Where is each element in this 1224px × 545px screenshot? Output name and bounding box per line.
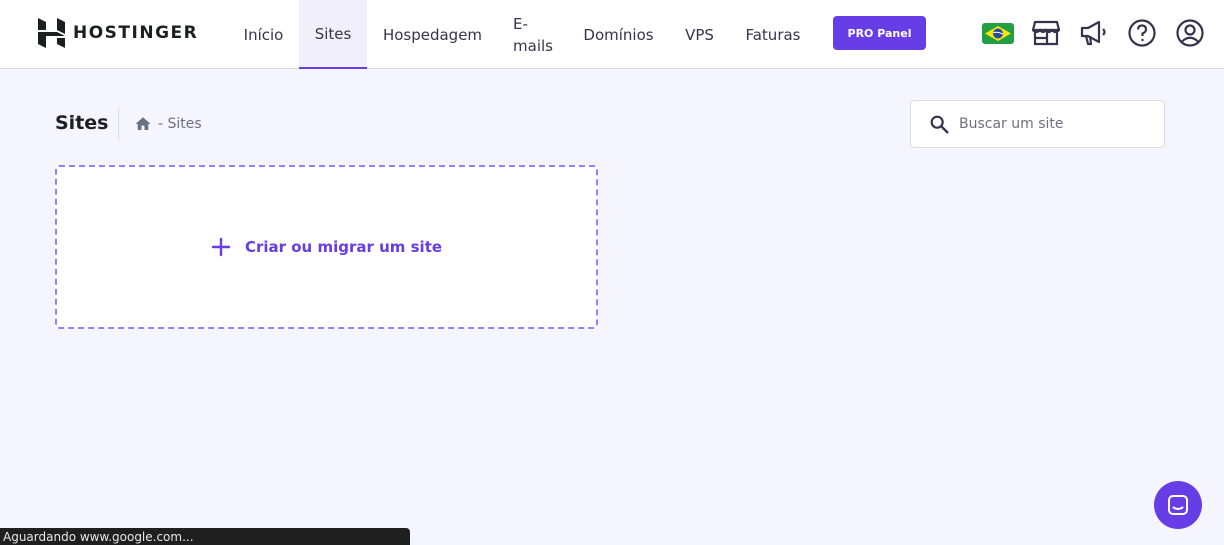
nav-item-label: Domínios	[583, 25, 654, 44]
breadcrumb-current: - Sites	[158, 116, 202, 132]
nav-item-label: Sites	[314, 24, 352, 43]
nav-item-label: Início	[243, 25, 284, 44]
nav-item-inicio[interactable]: Início	[228, 0, 299, 69]
nav-item-faturas[interactable]: Faturas	[730, 0, 816, 69]
nav-item-label: Hospedagem	[382, 25, 483, 44]
search-icon	[930, 115, 949, 134]
account-icon[interactable]	[1174, 17, 1206, 49]
megaphone-icon[interactable]	[1078, 17, 1110, 49]
breadcrumb: - Sites	[134, 114, 202, 134]
nav-item-sites[interactable]: Sites	[299, 0, 367, 69]
page-title: Sites	[55, 112, 109, 134]
help-icon[interactable]	[1126, 17, 1158, 49]
hostinger-logo-icon	[38, 18, 65, 48]
top-navigation-bar: HOSTINGER Início Sites Hospedagem E- mai…	[0, 0, 1224, 69]
store-icon[interactable]	[1030, 17, 1062, 49]
search-input[interactable]	[959, 116, 1149, 132]
brand-name: HOSTINGER	[73, 23, 199, 43]
create-or-migrate-site-button[interactable]: Criar ou migrar um site	[55, 165, 598, 329]
chat-icon	[1168, 495, 1188, 515]
nav-item-emails[interactable]: E- mails	[498, 0, 568, 69]
nav-item-label: E- mails	[513, 14, 553, 55]
brazil-flag-icon[interactable]	[982, 23, 1014, 44]
browser-status-bar: Aguardando www.google.com...	[0, 528, 410, 545]
chat-support-button[interactable]	[1154, 481, 1202, 529]
nav-item-dominios[interactable]: Domínios	[568, 0, 669, 69]
nav-item-label: VPS	[685, 25, 714, 44]
hostinger-logo[interactable]: HOSTINGER	[38, 18, 198, 48]
site-search[interactable]	[910, 100, 1165, 148]
nav-item-label: Faturas	[745, 25, 801, 44]
plus-icon	[211, 237, 231, 257]
home-icon[interactable]	[134, 115, 152, 133]
pro-panel-button[interactable]: PRO Panel	[833, 16, 926, 50]
nav-item-hospedagem[interactable]: Hospedagem	[367, 0, 498, 69]
title-divider	[118, 108, 119, 140]
nav-item-vps[interactable]: VPS	[669, 0, 730, 69]
create-site-label: Criar ou migrar um site	[244, 238, 443, 256]
